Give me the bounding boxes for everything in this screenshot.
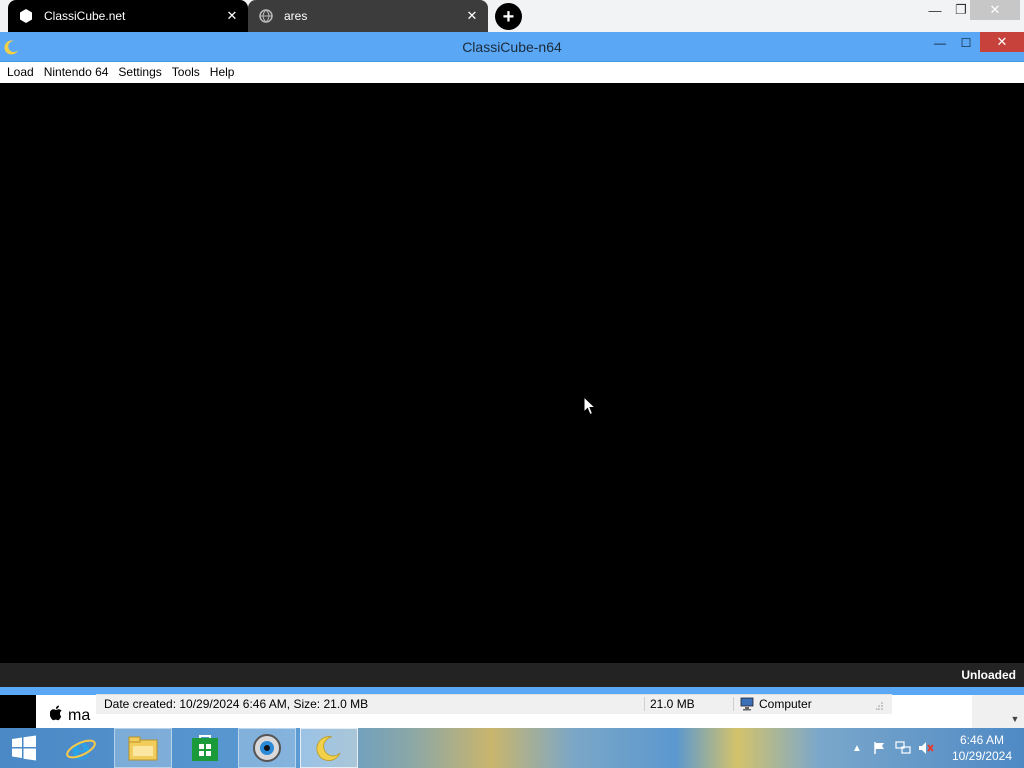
partial-window-text: ma bbox=[49, 705, 91, 726]
app-close-button[interactable]: ✕ bbox=[980, 32, 1024, 52]
windows-store-icon[interactable] bbox=[176, 728, 234, 768]
crescent-moon-icon[interactable] bbox=[300, 728, 358, 768]
tab-title: ClassiCube.net bbox=[44, 9, 126, 23]
flag-icon[interactable] bbox=[871, 739, 889, 757]
menu-bar: Load Nintendo 64 Settings Tools Help bbox=[0, 62, 1024, 83]
menu-nintendo-64[interactable]: Nintendo 64 bbox=[39, 62, 114, 83]
app-title-bar[interactable]: ClassiCube-n64 — ☐ ✕ bbox=[0, 32, 1024, 62]
clock-date: 10/29/2024 bbox=[951, 749, 1013, 763]
window-title: ClassiCube-n64 bbox=[462, 39, 562, 55]
volume-muted-icon[interactable] bbox=[917, 739, 935, 757]
divider bbox=[644, 697, 645, 711]
menu-settings[interactable]: Settings bbox=[113, 62, 166, 83]
browser-tab-strip: ClassiCube.net ✕ ares ✕ + — ❐ ✕ bbox=[0, 0, 1024, 32]
tab-title: ares bbox=[284, 9, 308, 23]
mouse-cursor-icon bbox=[583, 396, 597, 416]
menu-help[interactable]: Help bbox=[205, 62, 240, 83]
chevron-up-icon[interactable]: ▲ bbox=[848, 739, 866, 757]
close-tab-icon[interactable]: ✕ bbox=[224, 8, 240, 24]
resize-grip-icon[interactable] bbox=[876, 701, 884, 711]
status-bar: Unloaded bbox=[0, 663, 1024, 687]
zone-text: Computer bbox=[759, 697, 812, 711]
tab-ares[interactable]: ares ✕ bbox=[248, 0, 488, 32]
emulator-viewport[interactable] bbox=[0, 83, 1024, 663]
menu-load[interactable]: Load bbox=[2, 62, 39, 83]
windows-start-icon[interactable] bbox=[0, 728, 48, 768]
app-maximize-button[interactable]: ☐ bbox=[953, 32, 979, 54]
explorer-status-bar: Date created: 10/29/2024 6:46 AM, Size: … bbox=[96, 694, 892, 714]
menu-tools[interactable]: Tools bbox=[167, 62, 205, 83]
internet-explorer-icon[interactable]: e bbox=[52, 728, 110, 768]
status-text: Unloaded bbox=[961, 668, 1016, 682]
scroll-down-icon[interactable]: ▼ bbox=[1008, 712, 1022, 726]
file-explorer-icon[interactable] bbox=[114, 728, 172, 768]
svg-text:e: e bbox=[71, 732, 90, 764]
close-tab-icon[interactable]: ✕ bbox=[464, 8, 480, 24]
divider bbox=[733, 697, 734, 711]
tab-classicube[interactable]: ClassiCube.net ✕ bbox=[8, 0, 248, 32]
hexagon-icon bbox=[18, 8, 34, 24]
new-tab-button[interactable]: + bbox=[495, 3, 522, 30]
computer-icon bbox=[740, 697, 754, 711]
browser-globe-icon[interactable] bbox=[238, 728, 296, 768]
browser-close-button[interactable]: ✕ bbox=[970, 0, 1020, 20]
apple-icon bbox=[49, 705, 64, 726]
network-icon[interactable] bbox=[894, 739, 912, 757]
app-minimize-button[interactable]: — bbox=[927, 32, 953, 54]
clock[interactable]: 6:46 AM 10/29/2024 bbox=[940, 732, 1024, 764]
file-details-text: Date created: 10/29/2024 6:46 AM, Size: … bbox=[104, 697, 369, 711]
crescent-moon-icon bbox=[4, 40, 18, 55]
partial-label: ma bbox=[68, 706, 91, 724]
clock-time: 6:46 AM bbox=[959, 733, 1005, 747]
taskbar: e ▲ 6:46 AM 10/29/2024 bbox=[0, 728, 1024, 768]
globe-icon bbox=[258, 8, 274, 24]
system-tray: ▲ bbox=[848, 728, 940, 768]
file-size-text: 21.0 MB bbox=[650, 697, 695, 711]
